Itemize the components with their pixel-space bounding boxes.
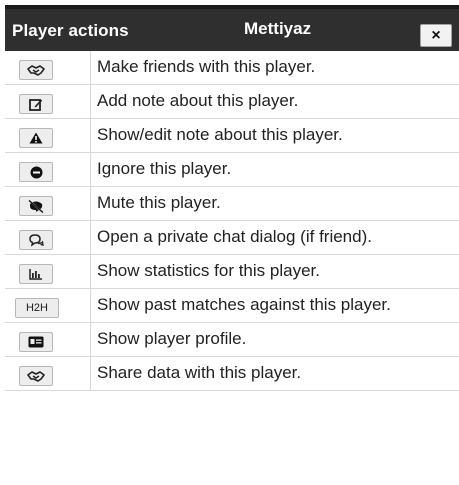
ignore-icon [30,166,43,179]
action-label[interactable]: Open a private chat dialog (if friend). [97,227,372,247]
row-divider [90,187,91,220]
statistics-icon [29,268,43,280]
profile-card-icon [28,336,44,348]
action-label[interactable]: Show/edit note about this player. [97,125,343,145]
row-divider [90,357,91,390]
row-divider [90,255,91,288]
mute-icon [28,199,44,213]
edit-note-icon [29,98,43,111]
share-data-button[interactable] [19,366,53,386]
ignore-button[interactable] [19,162,53,182]
private-chat-button[interactable] [19,230,53,250]
player-name: Mettiyaz [244,19,312,38]
action-row-show-edit-note[interactable]: Show/edit note about this player. [5,119,459,153]
handshake-icon [27,64,45,76]
action-label[interactable]: Show past matches against this player. [97,295,391,315]
statistics-button[interactable] [19,264,53,284]
action-label[interactable]: Make friends with this player. [97,57,315,77]
player-profile-button[interactable] [19,332,53,352]
head-to-head-button[interactable]: H2H [15,298,59,318]
row-divider [90,323,91,356]
row-divider [90,119,91,152]
action-row-head-to-head[interactable]: H2H Show past matches against this playe… [5,289,459,323]
close-button[interactable]: × [420,24,452,47]
warning-icon [29,132,43,144]
row-divider [90,289,91,322]
add-note-button[interactable] [19,94,53,114]
make-friends-button[interactable] [19,60,53,80]
row-divider [90,51,91,84]
show-edit-note-button[interactable] [19,128,53,148]
actions-list: Make friends with this player. Add note … [5,51,459,391]
action-row-player-profile[interactable]: Show player profile. [5,323,459,357]
action-row-add-note[interactable]: Add note about this player. [5,85,459,119]
action-row-mute[interactable]: Mute this player. [5,187,459,221]
action-label[interactable]: Ignore this player. [97,159,231,179]
action-row-statistics[interactable]: Show statistics for this player. [5,255,459,289]
h2h-icon: H2H [25,302,48,314]
action-label[interactable]: Add note about this player. [97,91,298,111]
row-divider [90,85,91,118]
dialog-title: Player actions [12,21,129,40]
handshake-icon [27,370,45,382]
action-label[interactable]: Mute this player. [97,193,221,213]
mute-button[interactable] [19,196,53,216]
action-row-share-data[interactable]: Share data with this player. [5,357,459,391]
chat-icon [28,233,44,247]
action-row-ignore[interactable]: Ignore this player. [5,153,459,187]
action-label[interactable]: Share data with this player. [97,363,301,383]
action-row-private-chat[interactable]: Open a private chat dialog (if friend). [5,221,459,255]
row-divider [90,221,91,254]
player-actions-dialog: Player actions Mettiyaz × Make friends w… [5,5,459,480]
dialog-header: Player actions Mettiyaz × [5,9,459,51]
action-row-make-friends[interactable]: Make friends with this player. [5,51,459,85]
action-label[interactable]: Show statistics for this player. [97,261,320,281]
row-divider [90,153,91,186]
action-label[interactable]: Show player profile. [97,329,246,349]
